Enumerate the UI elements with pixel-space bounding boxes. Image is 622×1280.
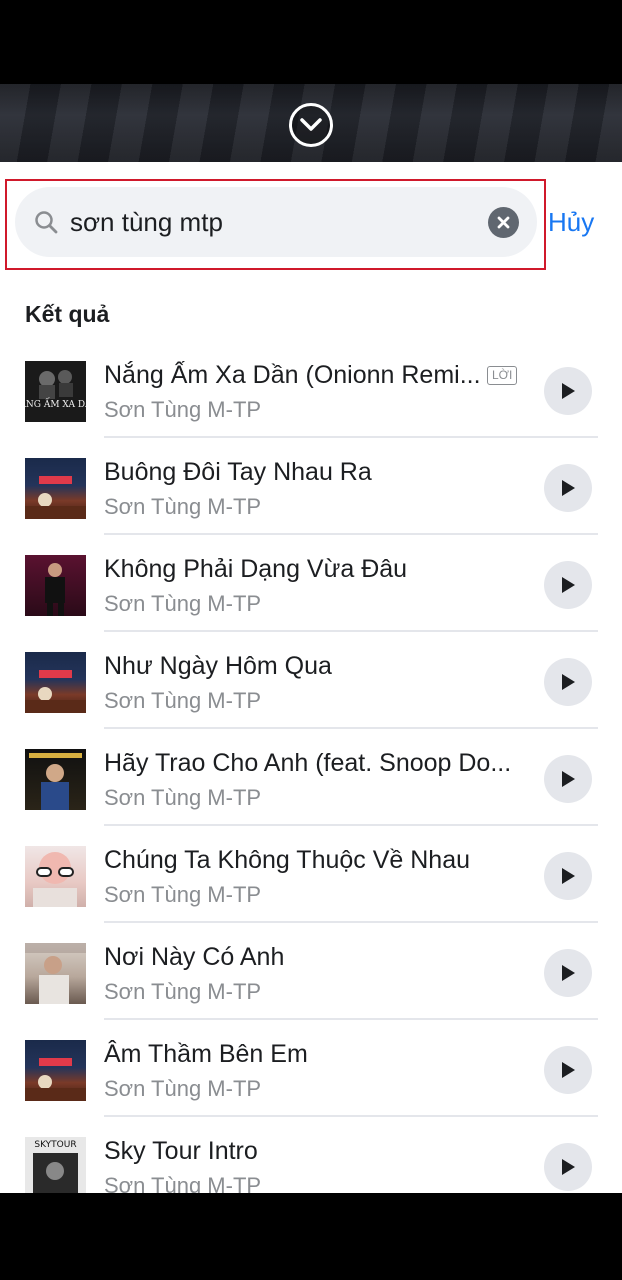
- song-row[interactable]: NẮNG ẤM XA DẦN Nắng Ấm Xa Dần (Onionn Re…: [0, 341, 622, 438]
- song-row[interactable]: Như Ngày Hôm Qua Sơn Tùng M-TP: [0, 632, 622, 729]
- play-icon: [562, 1062, 575, 1078]
- song-row[interactable]: Buông Đôi Tay Nhau Ra Sơn Tùng M-TP: [0, 438, 622, 535]
- song-artist: Sơn Tùng M-TP: [104, 591, 262, 616]
- song-row[interactable]: Nơi Này Có Anh Sơn Tùng M-TP: [0, 923, 622, 1020]
- play-icon: [562, 965, 575, 981]
- play-icon: [562, 674, 575, 690]
- play-button[interactable]: [544, 1046, 592, 1094]
- song-row[interactable]: Chúng Ta Không Thuộc Về Nhau Sơn Tùng M-…: [0, 826, 622, 923]
- play-button[interactable]: [544, 464, 592, 512]
- collapse-button[interactable]: [289, 103, 333, 147]
- play-button[interactable]: [544, 367, 592, 415]
- results-list: NẮNG ẤM XA DẦN Nắng Ấm Xa Dần (Onionn Re…: [0, 341, 622, 1193]
- song-title: Nơi Này Có Anh: [104, 943, 285, 971]
- search-results-sheet: sơn tùng mtp Hủy Kết quả NẮNG ẤM XA DẦN …: [0, 162, 622, 1193]
- song-row[interactable]: Không Phải Dạng Vừa Đâu Sơn Tùng M-TP: [0, 535, 622, 632]
- play-button[interactable]: [544, 658, 592, 706]
- album-thumbnail: [25, 458, 86, 519]
- album-thumbnail: [25, 749, 86, 810]
- song-artist: Sơn Tùng M-TP: [104, 1173, 262, 1193]
- search-icon: [35, 211, 58, 234]
- play-button[interactable]: [544, 949, 592, 997]
- album-thumbnail: [25, 1040, 86, 1101]
- song-title: Sky Tour Intro: [104, 1137, 258, 1165]
- song-title: Âm Thầm Bên Em: [104, 1040, 308, 1068]
- play-button[interactable]: [544, 561, 592, 609]
- album-thumbnail: [25, 652, 86, 713]
- song-artist: Sơn Tùng M-TP: [104, 979, 262, 1004]
- play-button[interactable]: [544, 852, 592, 900]
- results-heading: Kết quả: [25, 301, 110, 327]
- song-artist: Sơn Tùng M-TP: [104, 397, 262, 422]
- play-icon: [562, 577, 575, 593]
- song-artist: Sơn Tùng M-TP: [104, 785, 262, 810]
- play-button[interactable]: [544, 1143, 592, 1191]
- song-artist: Sơn Tùng M-TP: [104, 1076, 262, 1101]
- album-thumbnail: [25, 943, 86, 1004]
- play-icon: [562, 771, 575, 787]
- album-thumbnail: [25, 846, 86, 907]
- song-title: Nắng Ấm Xa Dần (Onionn Remi...: [104, 361, 481, 389]
- search-input[interactable]: sơn tùng mtp: [70, 207, 223, 238]
- play-icon: [562, 1159, 575, 1175]
- search-bar[interactable]: sơn tùng mtp: [15, 187, 537, 257]
- song-title: Không Phải Dạng Vừa Đâu: [104, 555, 408, 583]
- song-artist: Sơn Tùng M-TP: [104, 494, 262, 519]
- lyrics-badge: LỜI: [487, 366, 518, 385]
- song-artist: Sơn Tùng M-TP: [104, 882, 262, 907]
- play-icon: [562, 868, 575, 884]
- album-thumbnail: [25, 555, 86, 616]
- player-header: [0, 0, 622, 162]
- song-row[interactable]: SKYTOUR Sky Tour Intro Sơn Tùng M-TP: [0, 1117, 622, 1193]
- song-title: Hãy Trao Cho Anh (feat. Snoop Do...: [104, 749, 512, 777]
- play-icon: [562, 480, 575, 496]
- clear-search-button[interactable]: [488, 207, 519, 238]
- system-navigation-bar: [0, 1193, 622, 1280]
- album-thumbnail: NẮNG ẤM XA DẦN: [25, 361, 86, 422]
- album-thumbnail-text: SKYTOUR: [34, 1140, 76, 1150]
- chevron-down-icon: [300, 118, 322, 131]
- cancel-button[interactable]: Hủy: [548, 207, 594, 238]
- play-button[interactable]: [544, 755, 592, 803]
- song-title: Buông Đôi Tay Nhau Ra: [104, 458, 372, 486]
- clear-icon: [497, 216, 510, 229]
- song-artist: Sơn Tùng M-TP: [104, 688, 262, 713]
- song-title: Chúng Ta Không Thuộc Về Nhau: [104, 846, 471, 874]
- song-title: Như Ngày Hôm Qua: [104, 652, 332, 680]
- song-row[interactable]: Âm Thầm Bên Em Sơn Tùng M-TP: [0, 1020, 622, 1117]
- song-row[interactable]: Hãy Trao Cho Anh (feat. Snoop Do... Sơn …: [0, 729, 622, 826]
- play-icon: [562, 383, 575, 399]
- album-thumbnail: SKYTOUR: [25, 1137, 86, 1193]
